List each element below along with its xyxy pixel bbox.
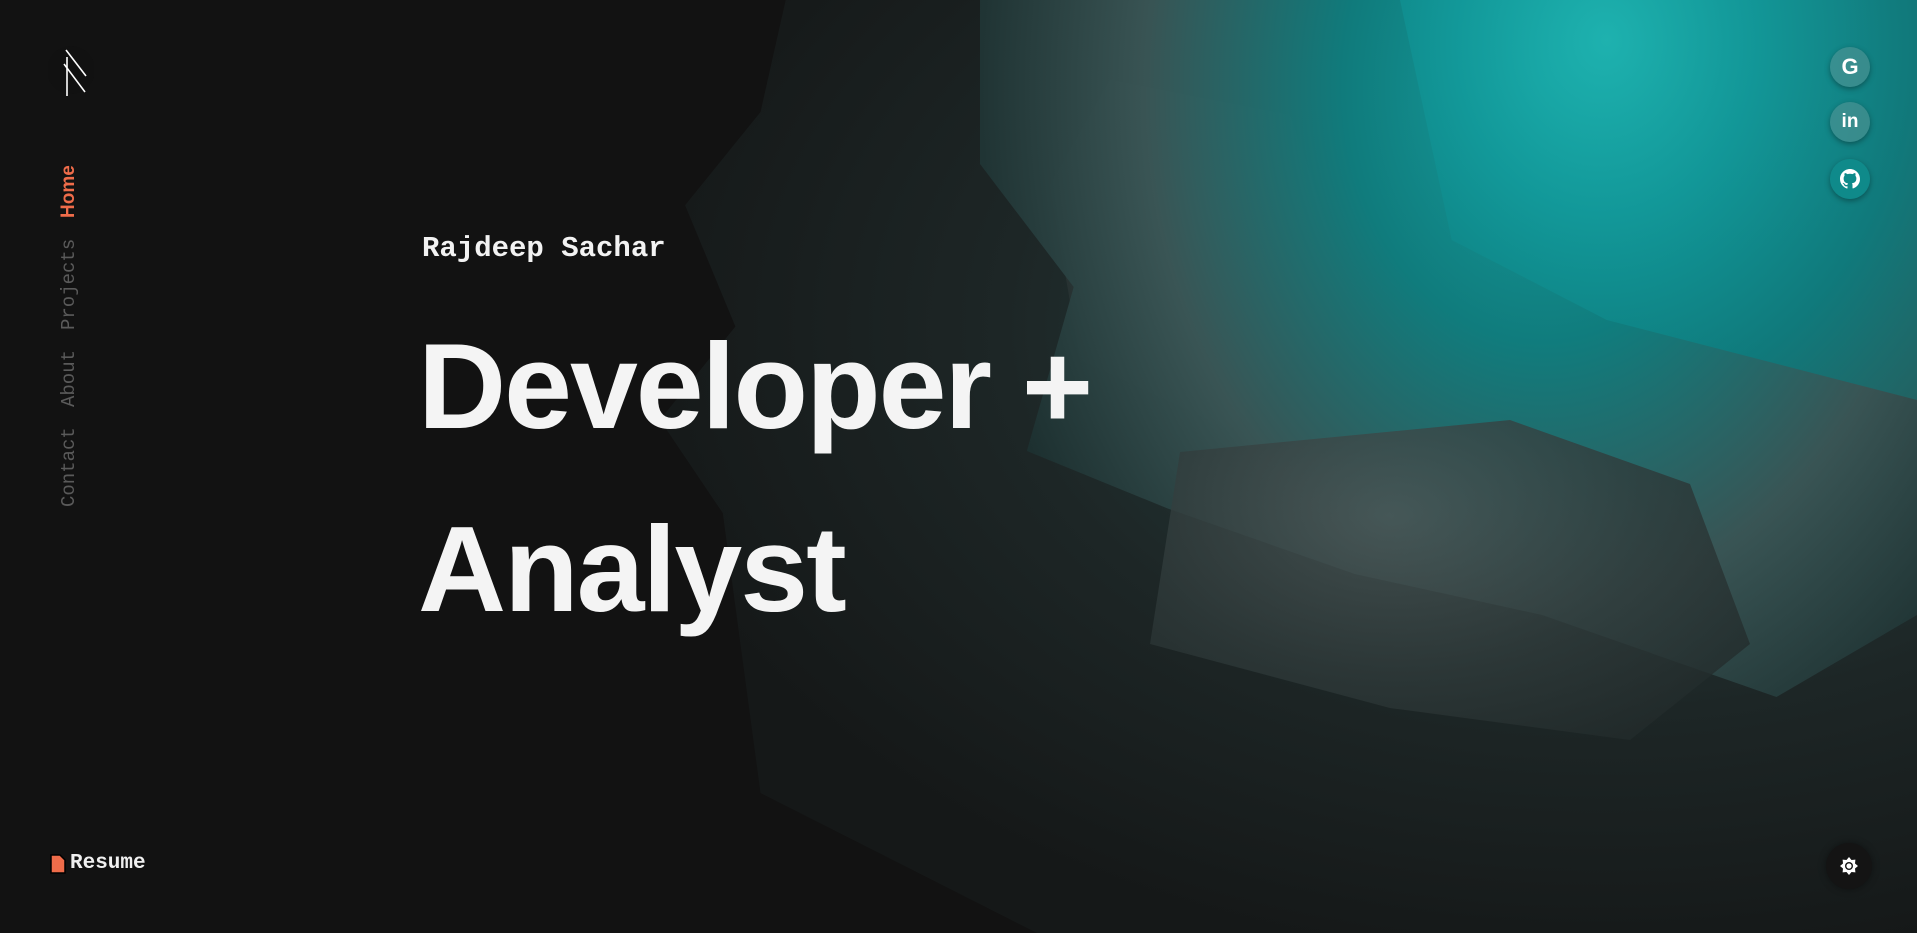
resume-label: Resume bbox=[70, 852, 146, 875]
logo-icon[interactable] bbox=[48, 42, 94, 98]
hero-title-line2: Analyst bbox=[418, 501, 847, 637]
linkedin-icon: in bbox=[1841, 111, 1859, 132]
nav-home[interactable]: Home bbox=[58, 165, 80, 218]
nav-projects[interactable]: Projects bbox=[58, 239, 80, 330]
file-icon bbox=[50, 853, 66, 874]
resume-link[interactable]: Resume bbox=[50, 852, 146, 875]
nav-about[interactable]: About bbox=[58, 350, 80, 407]
google-button[interactable]: G bbox=[1830, 47, 1870, 87]
nav-contact[interactable]: Contact bbox=[58, 427, 80, 507]
theme-toggle-button[interactable] bbox=[1826, 843, 1872, 889]
linkedin-button[interactable]: in bbox=[1830, 102, 1870, 142]
google-icon: G bbox=[1841, 54, 1859, 79]
background-art bbox=[0, 0, 1917, 933]
github-icon bbox=[1840, 169, 1860, 189]
brightness-icon bbox=[1840, 857, 1858, 875]
github-button[interactable] bbox=[1830, 159, 1870, 199]
hero-title-line1: Developer + bbox=[418, 318, 1093, 454]
hero-name: Rajdeep Sachar bbox=[422, 232, 666, 265]
